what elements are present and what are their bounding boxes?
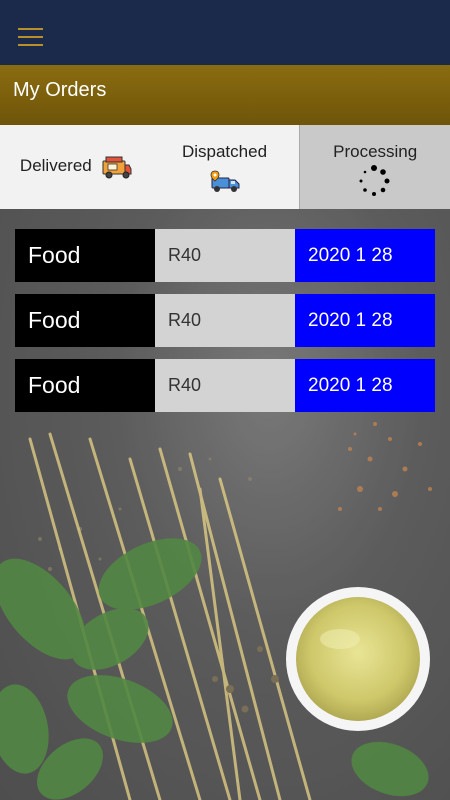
food-truck-icon	[102, 156, 132, 179]
hamburger-menu-icon[interactable]	[18, 28, 43, 50]
order-row[interactable]: Food R40 2020 1 28	[15, 294, 435, 347]
page-title: My Orders	[13, 79, 107, 101]
order-date: 2020 1 28	[295, 294, 435, 347]
title-bar: My Orders	[0, 65, 450, 125]
order-price: R40	[155, 229, 295, 282]
tab-processing-label: Processing	[333, 142, 418, 161]
order-price: R40	[155, 294, 295, 347]
order-date: 2020 1 28	[295, 229, 435, 282]
order-row[interactable]: Food R40 2020 1 28	[15, 229, 435, 282]
order-name: Food	[15, 229, 155, 282]
order-date: 2020 1 28	[295, 359, 435, 412]
order-name: Food	[15, 294, 155, 347]
order-price: R40	[155, 359, 295, 412]
loading-spinner-icon	[359, 165, 390, 196]
order-row[interactable]: Food R40 2020 1 28	[15, 359, 435, 412]
order-name: Food	[15, 359, 155, 412]
delivery-van-icon	[210, 170, 240, 192]
tab-dispatched-label: Dispatched	[181, 142, 268, 161]
orders-list: Food R40 2020 1 28 Food R40 2020 1 28 Fo…	[15, 229, 435, 424]
tab-delivered[interactable]: Delivered	[0, 125, 150, 209]
app-bar	[0, 0, 450, 65]
order-status-tabs: Delivered Dispatched Processing	[0, 125, 450, 209]
tab-dispatched[interactable]: Dispatched	[150, 125, 300, 209]
tab-processing[interactable]: Processing	[299, 125, 450, 209]
